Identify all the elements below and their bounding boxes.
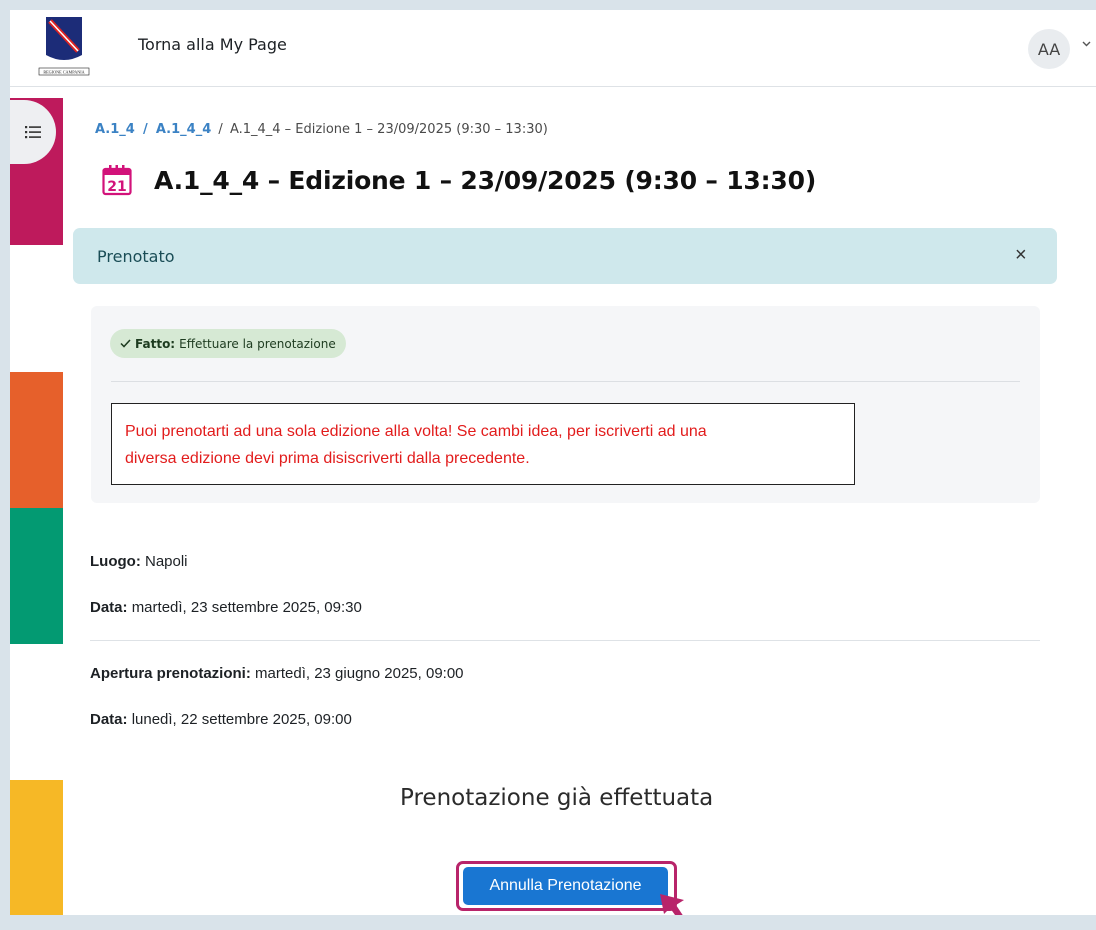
booking-close-label: Data: [90, 711, 128, 728]
breadcrumb-separator: / [218, 122, 223, 137]
booking-open-label: Apertura prenotazioni: [90, 665, 251, 682]
breadcrumb-separator: / [142, 122, 148, 137]
completion-condition: Effettuare la prenotazione [179, 336, 336, 351]
booking-warning-box: Puoi prenotarti ad una sola edizione all… [111, 403, 855, 485]
booking-open-value: martedì, 23 giugno 2025, 09:00 [255, 665, 464, 682]
chevron-down-icon[interactable] [1082, 38, 1091, 50]
completion-badge: Fatto: Effettuare la prenotazione [110, 329, 346, 358]
user-avatar[interactable]: AA [1028, 29, 1070, 69]
check-icon [120, 339, 131, 348]
regione-campania-logo[interactable]: REGIONE CAMPANIA [38, 15, 90, 77]
sidebar-stripe-green [10, 508, 63, 644]
calendar-icon: 21 [102, 165, 132, 196]
breadcrumb-item-a1-4[interactable]: A.1_4 [95, 122, 135, 137]
event-date-row: Data: martedì, 23 settembre 2025, 09:30 [90, 599, 362, 616]
booking-status-alert: Prenotato × [73, 228, 1057, 284]
sidebar-stripe-yellow [10, 780, 63, 915]
warning-line: Puoi prenotarti ad una sola edizione all… [125, 423, 707, 440]
completion-status: Fatto: [135, 336, 176, 351]
booking-close-value: lunedì, 22 settembre 2025, 09:00 [131, 711, 352, 728]
divider [90, 640, 1040, 641]
warning-line: diversa edizione devi prima disiscrivert… [125, 450, 530, 467]
location-label: Luogo: [90, 553, 141, 570]
event-date-label: Data: [90, 599, 128, 616]
pointer-cursor-icon [660, 894, 684, 915]
booking-status-text: Prenotazione già effettuata [400, 785, 714, 811]
event-date-value: martedì, 23 settembre 2025, 09:30 [131, 599, 362, 616]
cancel-booking-button[interactable]: Annulla Prenotazione [463, 867, 668, 905]
sidebar-stripe-orange [10, 372, 63, 508]
divider [111, 381, 1020, 382]
calendar-day: 21 [107, 179, 126, 195]
list-icon [25, 126, 41, 139]
breadcrumb: A.1_4 / A.1_4_4 / A.1_4_4 – Edizione 1 –… [95, 122, 548, 137]
location-value: Napoli [144, 553, 188, 570]
page: REGIONE CAMPANIA Torna alla My Page AA A… [10, 10, 1096, 915]
booking-close-row: Data: lunedì, 22 settembre 2025, 09:00 [90, 711, 352, 728]
location-row: Luogo: Napoli [90, 553, 188, 570]
breadcrumb-item-a1-4-4[interactable]: A.1_4_4 [156, 122, 211, 137]
top-navbar: REGIONE CAMPANIA Torna alla My Page AA [10, 10, 1096, 87]
page-header: 21 A.1_4_4 – Edizione 1 – 23/09/2025 (9:… [102, 160, 816, 200]
activity-completion-panel: Fatto: Effettuare la prenotazione Puoi p… [91, 306, 1040, 503]
back-to-my-page-link[interactable]: Torna alla My Page [138, 35, 287, 54]
close-icon[interactable]: × [1015, 244, 1027, 267]
alert-text: Prenotato [97, 247, 175, 266]
breadcrumb-current: A.1_4_4 – Edizione 1 – 23/09/2025 (9:30 … [229, 122, 548, 137]
booking-open-row: Apertura prenotazioni: martedì, 23 giugn… [90, 665, 464, 682]
logo-caption: REGIONE CAMPANIA [43, 70, 84, 75]
page-title: A.1_4_4 – Edizione 1 – 23/09/2025 (9:30 … [154, 165, 817, 195]
